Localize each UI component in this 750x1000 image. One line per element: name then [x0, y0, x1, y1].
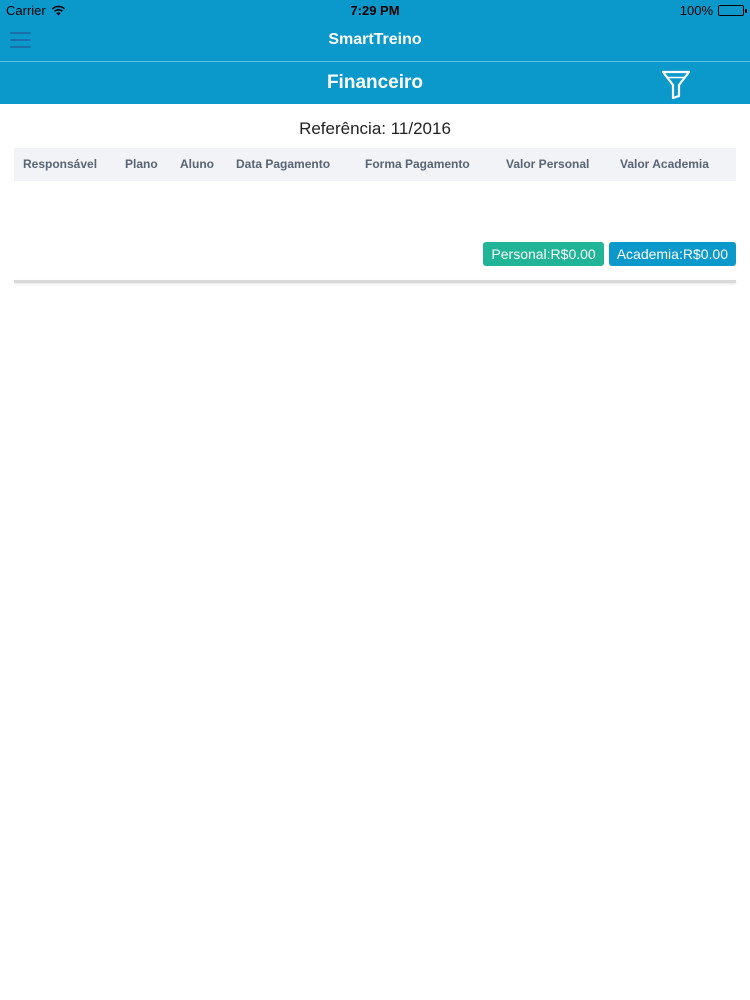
- table-header: Responsável Plano Aluno Data Pagamento F…: [14, 148, 736, 181]
- battery-icon: [718, 5, 747, 16]
- app-title: SmartTreino: [328, 31, 422, 48]
- totals-badges: Personal:R$0.00 Academia:R$0.00: [483, 242, 736, 266]
- column-header-data-pagamento: Data Pagamento: [236, 157, 331, 171]
- academia-total-badge: Academia:R$0.00: [608, 242, 736, 266]
- battery-percent: 100%: [679, 3, 713, 18]
- column-header-valor-academia: Valor Academia: [620, 157, 709, 171]
- column-header-valor-personal: Valor Personal: [506, 157, 590, 171]
- column-header-aluno: Aluno: [180, 157, 214, 171]
- personal-total-badge: Personal:R$0.00: [483, 242, 604, 266]
- column-header-forma-pagamento: Forma Pagamento: [365, 157, 470, 171]
- section-separator: [14, 280, 736, 283]
- status-bar: Carrier 7:29 PM 100%: [0, 0, 750, 20]
- nav-bar: SmartTreino: [0, 20, 750, 61]
- status-right: 100%: [679, 3, 747, 18]
- column-header-plano: Plano: [125, 157, 158, 171]
- status-time: 7:29 PM: [350, 3, 400, 18]
- page-title: Financeiro: [326, 72, 424, 93]
- page-header: Financeiro: [0, 62, 750, 104]
- column-header-responsavel: Responsável: [23, 157, 98, 171]
- top-bar: Carrier 7:29 PM 100% SmartTreino Finance…: [0, 0, 750, 104]
- reference-period: Referência: 11/2016: [299, 119, 451, 138]
- filter-funnel-icon[interactable]: [660, 68, 692, 100]
